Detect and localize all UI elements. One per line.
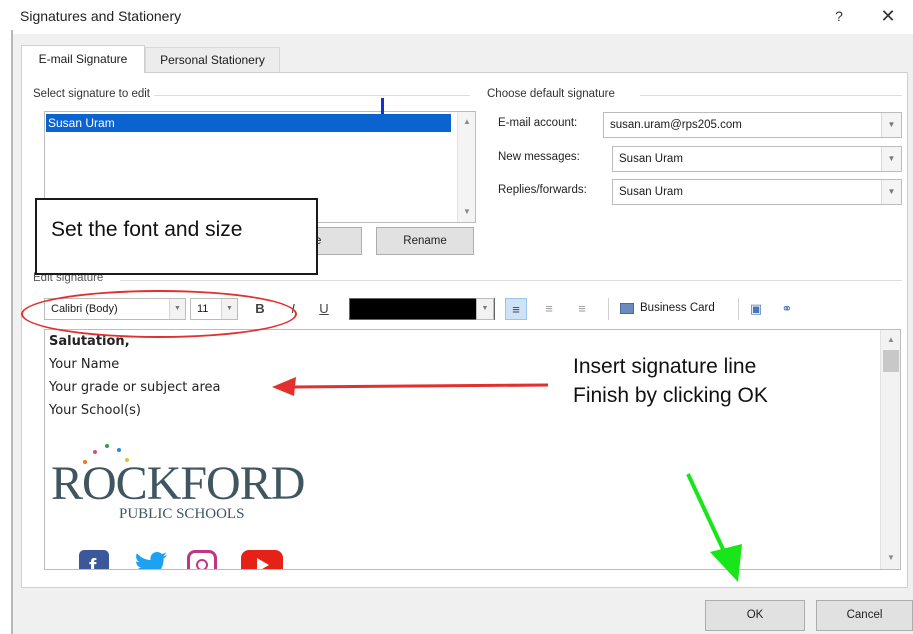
font-callout-box: Set the font and size bbox=[35, 198, 318, 275]
replies-forwards-label: Replies/forwards: bbox=[498, 184, 587, 196]
select-signature-label: Select signature to edit bbox=[33, 88, 154, 100]
scroll-thumb[interactable] bbox=[883, 350, 899, 372]
red-arrow-icon bbox=[272, 377, 549, 396]
tab-email-signature[interactable]: E-mail Signature bbox=[21, 45, 145, 73]
email-account-label: E-mail account: bbox=[498, 117, 578, 129]
replies-forwards-value: Susan Uram bbox=[619, 186, 683, 198]
green-arrow-icon bbox=[686, 473, 742, 582]
text-cursor-marker bbox=[381, 98, 384, 114]
scroll-down-icon[interactable]: ▼ bbox=[881, 550, 900, 566]
email-account-select[interactable]: susan.uram@rps205.com ▼ bbox=[603, 112, 902, 138]
instruction-line-2: Finish by clicking OK bbox=[573, 384, 768, 407]
scroll-up-icon[interactable]: ▲ bbox=[881, 332, 900, 348]
help-button[interactable]: ? bbox=[828, 5, 850, 27]
new-messages-value: Susan Uram bbox=[619, 153, 683, 165]
rename-button[interactable]: Rename bbox=[376, 227, 474, 255]
tab-personal-stationery[interactable]: Personal Stationery bbox=[145, 47, 280, 73]
chevron-down-icon[interactable]: ▼ bbox=[881, 180, 901, 204]
facebook-icon[interactable]: f bbox=[79, 550, 109, 569]
scroll-down-icon[interactable]: ▼ bbox=[458, 204, 476, 220]
youtube-icon[interactable] bbox=[241, 550, 283, 569]
signature-list-item-selected[interactable]: Susan Uram bbox=[46, 114, 451, 132]
insert-hyperlink-icon[interactable]: ⚭ bbox=[776, 298, 798, 320]
chevron-down-icon[interactable]: ▼ bbox=[881, 113, 901, 137]
business-card-label: Business Card bbox=[640, 302, 715, 314]
window-title: Signatures and Stationery bbox=[20, 8, 182, 24]
align-center-icon[interactable]: ≡ bbox=[538, 298, 560, 320]
cancel-button[interactable]: Cancel bbox=[816, 600, 913, 631]
editor-scrollbar[interactable]: ▲ ▼ bbox=[880, 330, 900, 569]
toolbar-separator bbox=[608, 298, 609, 320]
font-color-select[interactable] bbox=[349, 298, 495, 320]
align-right-icon[interactable]: ≡ bbox=[571, 298, 593, 320]
scroll-up-icon[interactable]: ▲ bbox=[458, 114, 476, 130]
align-left-icon[interactable]: ≡ bbox=[505, 298, 527, 320]
business-card-button[interactable]: Business Card bbox=[620, 298, 732, 320]
signature-list-scrollbar[interactable]: ▲ ▼ bbox=[457, 112, 475, 222]
new-messages-select[interactable]: Susan Uram ▼ bbox=[612, 146, 902, 172]
twitter-icon[interactable] bbox=[133, 550, 169, 570]
logo-wordmark: ROCKFORD bbox=[51, 457, 305, 510]
group-divider bbox=[640, 95, 902, 96]
tab-email-signature-label: E-mail Signature bbox=[38, 52, 128, 66]
tab-personal-stationery-label: Personal Stationery bbox=[160, 53, 265, 67]
new-messages-label: New messages: bbox=[498, 151, 580, 163]
instruction-line-1: Insert signature line bbox=[573, 355, 757, 378]
font-highlight-ellipse bbox=[21, 290, 297, 338]
group-divider bbox=[120, 280, 902, 281]
toolbar-separator bbox=[738, 298, 739, 320]
signature-line-grade: Your grade or subject area bbox=[49, 380, 221, 395]
font-callout-text: Set the font and size bbox=[51, 218, 243, 241]
close-button[interactable]: ✕ bbox=[876, 4, 900, 28]
ok-button[interactable]: OK bbox=[705, 600, 805, 631]
replies-forwards-select[interactable]: Susan Uram ▼ bbox=[612, 179, 902, 205]
email-account-value: susan.uram@rps205.com bbox=[610, 119, 742, 131]
instagram-icon[interactable] bbox=[187, 550, 217, 569]
chevron-down-icon[interactable]: ▼ bbox=[476, 298, 494, 320]
insert-picture-icon[interactable]: ▣ bbox=[745, 298, 767, 320]
chevron-down-icon[interactable]: ▼ bbox=[881, 147, 901, 171]
logo-subtitle: PUBLIC SCHOOLS bbox=[119, 506, 245, 522]
underline-button[interactable]: U bbox=[314, 298, 334, 320]
group-divider bbox=[150, 95, 470, 96]
instruction-text: Insert signature line Finish by clicking… bbox=[573, 352, 768, 410]
business-card-icon bbox=[620, 303, 634, 314]
signature-line-school: Your School(s) bbox=[49, 403, 141, 418]
signature-editor[interactable]: Salutation, Your Name Your grade or subj… bbox=[44, 329, 901, 570]
signature-line-name: Your Name bbox=[49, 357, 120, 372]
default-signature-label: Choose default signature bbox=[487, 88, 619, 100]
